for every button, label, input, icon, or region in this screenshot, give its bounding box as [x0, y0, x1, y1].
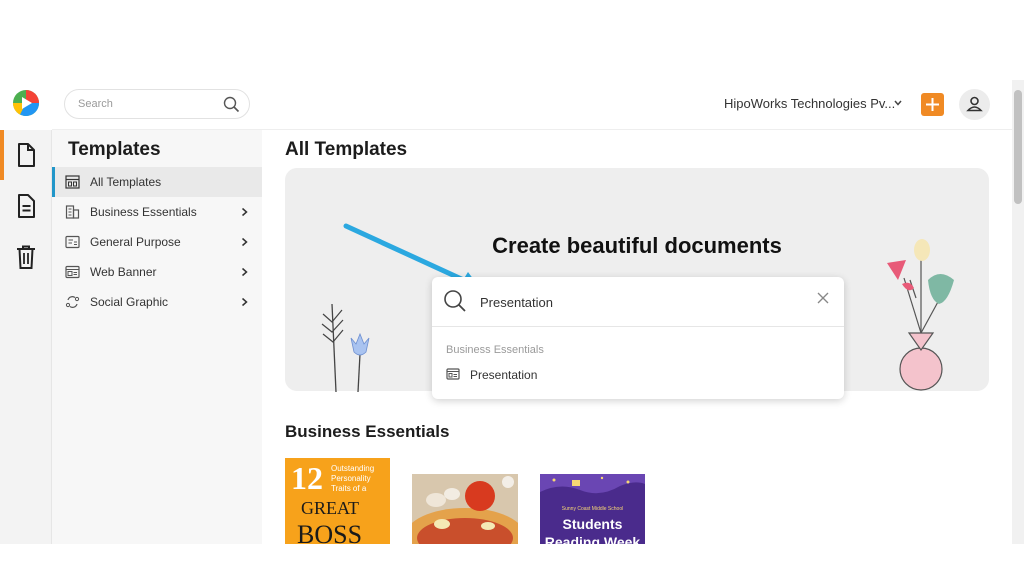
active-indicator	[52, 167, 55, 197]
chevron-right-icon[interactable]	[240, 297, 249, 307]
thumb-text: Traits of a	[331, 484, 367, 493]
layout-icon	[65, 175, 80, 189]
sidebar-item-label: General Purpose	[90, 235, 181, 249]
file-icon[interactable]	[14, 142, 38, 168]
dropdown-divider	[432, 326, 844, 327]
building-icon	[65, 205, 80, 219]
user-icon	[966, 96, 983, 112]
thumb-number: 12	[291, 460, 323, 496]
organization-selector[interactable]: HipoWorks Technologies Pv...	[724, 96, 895, 111]
app-logo[interactable]	[12, 89, 40, 117]
template-thumbnail-boss[interactable]: 12 Outstanding Personality Traits of a G…	[285, 458, 390, 544]
chevron-right-icon[interactable]	[240, 237, 249, 247]
flower-vase-illustration	[887, 239, 954, 391]
thumb-text: GREAT	[301, 498, 359, 518]
plus-icon	[926, 98, 939, 111]
food-photo	[412, 474, 518, 544]
thumb-text: Outstanding	[331, 464, 375, 473]
presentation-icon	[446, 368, 460, 380]
trash-icon[interactable]	[14, 244, 38, 270]
template-thumbnail-reading-week[interactable]: Sunny Coast Middle School Students Readi…	[540, 474, 645, 544]
stars-decoration-icon	[540, 474, 645, 494]
list-card-icon	[65, 235, 80, 249]
sidebar-item-label: Web Banner	[90, 265, 157, 279]
plant-illustration	[321, 303, 370, 392]
sidebar-item-general-purpose[interactable]: General Purpose	[52, 227, 262, 257]
search-result-item[interactable]: Presentation	[470, 368, 537, 382]
chevron-down-icon[interactable]	[893, 98, 903, 108]
sidebar-title: Templates	[68, 139, 161, 160]
banner-icon	[65, 265, 80, 279]
scrollbar-thumb[interactable]	[1014, 90, 1022, 204]
sidebar-item-social-graphic[interactable]: Social Graphic	[52, 287, 262, 317]
search-icon[interactable]	[223, 96, 240, 113]
search-input[interactable]: Search	[64, 89, 250, 119]
add-button[interactable]	[921, 93, 944, 116]
avatar[interactable]	[959, 89, 990, 120]
thumb-text: BOSS	[297, 520, 363, 544]
share-icon	[65, 296, 80, 308]
sidebar-item-label: Business Essentials	[90, 205, 197, 219]
close-icon[interactable]	[817, 292, 829, 304]
sidebar-item-label: Social Graphic	[90, 295, 169, 309]
sidebar-item-business-essentials[interactable]: Business Essentials	[52, 197, 262, 227]
template-search-input[interactable]: Presentation	[480, 295, 553, 310]
sidebar-item-all-templates[interactable]: All Templates	[52, 167, 262, 197]
thumb-text: Sunny Coast Middle School	[561, 506, 624, 512]
page-title: All Templates	[285, 139, 408, 160]
chevron-right-icon[interactable]	[240, 267, 249, 277]
search-placeholder: Search	[78, 98, 113, 110]
chevron-right-icon[interactable]	[240, 207, 249, 217]
thumb-text: Reading Week	[544, 534, 641, 544]
template-search-dropdown: Presentation Business Essentials Present…	[432, 277, 844, 399]
sidebar-item-label: All Templates	[90, 175, 162, 189]
thumb-text: Personality	[331, 474, 371, 483]
section-title: Business Essentials	[285, 422, 450, 441]
document-icon[interactable]	[14, 193, 38, 219]
rail-active-indicator	[0, 130, 4, 180]
search-icon	[444, 290, 466, 312]
template-thumbnail-pizza[interactable]	[412, 474, 518, 544]
result-group-label: Business Essentials	[446, 344, 544, 356]
sidebar-item-web-banner[interactable]: Web Banner	[52, 257, 262, 287]
thumb-text: Students	[562, 516, 623, 532]
